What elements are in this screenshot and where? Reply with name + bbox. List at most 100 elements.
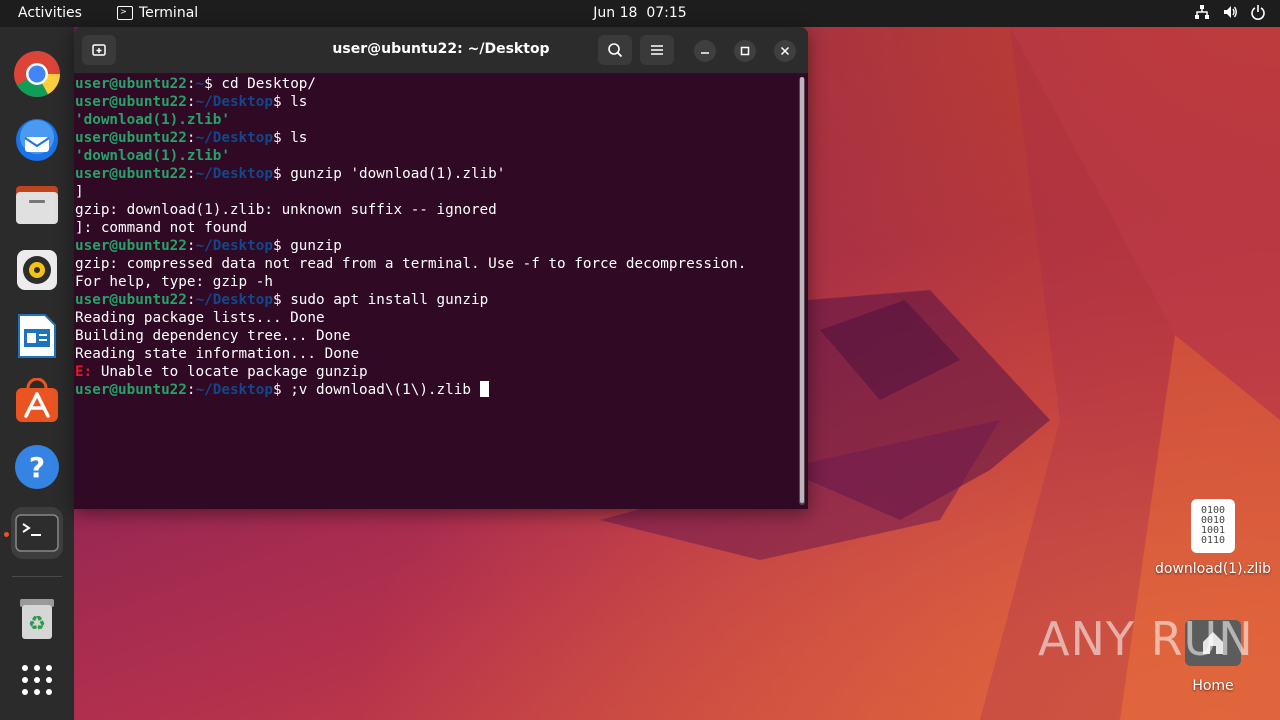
minimize-button[interactable] [694, 40, 716, 62]
terminal-text: user@ubuntu22 [75, 76, 187, 92]
desktop-file-zlib[interactable]: 0100 0010 1001 0110 download(1).zlib [1152, 499, 1274, 577]
terminal-text: user@ubuntu22 [75, 292, 187, 308]
volume-icon[interactable] [1222, 4, 1238, 20]
terminal-text: user@ubuntu22 [75, 130, 187, 146]
dock: ? ♻ [0, 27, 74, 720]
terminal-window[interactable]: user@ubuntu22: ~/Desktop user@ubuntu22:~… [74, 27, 808, 509]
terminal-text: : [186, 238, 196, 254]
terminal-text: 'download(1).zlib' [75, 112, 230, 128]
files-icon[interactable] [11, 178, 63, 230]
terminal-text: user@ubuntu22 [75, 94, 187, 110]
terminal-output[interactable]: user@ubuntu22:~$ cd Desktop/ user@ubuntu… [75, 75, 795, 505]
menu-button[interactable] [640, 35, 674, 65]
maximize-button[interactable] [734, 40, 756, 62]
terminal-app-icon: > [117, 6, 133, 20]
clock-time: 07:15 [646, 5, 687, 21]
terminal-text: : [186, 382, 196, 398]
hamburger-icon [651, 45, 663, 55]
trash-icon[interactable]: ♻ [11, 592, 63, 644]
terminal-line: user@ubuntu22:~/Desktop$ gunzip [75, 237, 795, 255]
terminal-line: user@ubuntu22:~/Desktop$ ls [75, 129, 795, 147]
terminal-text: ls [281, 94, 308, 110]
terminal-line: user@ubuntu22:~/Desktop$ ls [75, 93, 795, 111]
terminal-line: For help, type: gzip -h [75, 274, 273, 290]
terminal-text: ~ [195, 76, 205, 92]
chrome-icon[interactable] [11, 48, 63, 100]
terminal-line: 'download(1).zlib' [75, 147, 795, 165]
terminal-line: user@ubuntu22:~$ cd Desktop/ [75, 75, 795, 93]
desktop-home-label: Home [1192, 678, 1234, 694]
terminal-text: : [186, 76, 196, 92]
rhythmbox-icon[interactable] [11, 244, 63, 296]
app-menu[interactable]: > Terminal [117, 5, 198, 21]
terminal-prompt-line: user@ubuntu22:~/Desktop$ ;v download\(1\… [75, 381, 795, 399]
command-input[interactable]: ;v download\(1\).zlib [282, 382, 480, 398]
text-cursor [479, 381, 489, 397]
active-indicator [4, 532, 9, 537]
svg-text:?: ? [29, 451, 45, 484]
clock[interactable]: Jun 18 07:15 [593, 5, 686, 21]
terminal-text: ~/Desktop [195, 382, 273, 398]
thunderbird-icon[interactable] [11, 113, 63, 165]
terminal-text: ~/Desktop [195, 130, 273, 146]
terminal-text: cd Desktop/ [212, 76, 317, 92]
terminal-line: Reading state information... Done [75, 346, 360, 362]
terminal-line: Building dependency tree... Done [75, 328, 351, 344]
terminal-text: $ [272, 238, 282, 254]
maximize-icon [740, 46, 750, 56]
terminal-line: ] [75, 184, 84, 200]
terminal-text: user@ubuntu22 [75, 382, 187, 398]
terminal-icon[interactable] [11, 507, 63, 559]
app-center-icon[interactable] [11, 375, 63, 427]
terminal-text: user@ubuntu22 [75, 166, 187, 182]
terminal-text: ~/Desktop [195, 94, 273, 110]
terminal-text: : [186, 292, 196, 308]
terminal-text: ~/Desktop [195, 238, 273, 254]
search-icon [608, 43, 623, 58]
help-icon[interactable]: ? [11, 441, 63, 493]
terminal-text: gunzip 'download(1).zlib' [281, 166, 506, 182]
terminal-text: ~/Desktop [195, 166, 273, 182]
terminal-text: $ [272, 94, 282, 110]
minimize-icon [701, 52, 709, 54]
top-bar: Activities > Terminal Jun 18 07:15 [0, 0, 1280, 27]
terminal-text: ls [281, 130, 308, 146]
terminal-text: gunzip [281, 238, 342, 254]
activities-button[interactable]: Activities [18, 5, 82, 21]
terminal-text: $ [272, 166, 282, 182]
terminal-text: E: [75, 364, 93, 380]
terminal-line: gzip: compressed data not read from a te… [75, 256, 747, 272]
watermark-text: ANY RUN [1038, 612, 1254, 666]
terminal-text: Unable to locate package gunzip [92, 364, 368, 380]
anyrun-watermark: ANY RUN [1038, 612, 1254, 666]
terminal-text: : [186, 166, 196, 182]
system-tray[interactable] [1194, 4, 1266, 20]
terminal-text: $ [272, 382, 282, 398]
app-menu-label: Terminal [139, 5, 199, 21]
terminal-text: : [186, 130, 196, 146]
power-icon[interactable] [1250, 4, 1266, 20]
terminal-line: gzip: download(1).zlib: unknown suffix -… [75, 202, 497, 218]
terminal-text: : [186, 94, 196, 110]
terminal-line: Reading package lists... Done [75, 310, 325, 326]
libreoffice-writer-icon[interactable] [11, 310, 63, 362]
terminal-line: ]: command not found [75, 220, 248, 236]
binary-file-icon: 0100 0010 1001 0110 [1191, 499, 1235, 553]
terminal-text: $ [204, 76, 213, 92]
clock-date: Jun 18 [593, 5, 638, 21]
terminal-text: sudo apt install gunzip [281, 292, 489, 308]
close-button[interactable] [774, 40, 796, 62]
terminal-text: user@ubuntu22 [75, 238, 187, 254]
network-icon[interactable] [1194, 4, 1210, 20]
svg-text:♻: ♻ [28, 611, 46, 635]
terminal-text: ~/Desktop [195, 292, 273, 308]
search-button[interactable] [598, 35, 632, 65]
terminal-text: $ [272, 130, 282, 146]
terminal-line: user@ubuntu22:~/Desktop$ sudo apt instal… [75, 291, 795, 309]
scrollbar-thumb[interactable] [800, 77, 804, 503]
terminal-headerbar[interactable]: user@ubuntu22: ~/Desktop [74, 27, 808, 74]
show-apps-icon[interactable] [11, 654, 63, 706]
desktop-file-label: download(1).zlib [1155, 561, 1271, 577]
terminal-line: E: Unable to locate package gunzip [75, 363, 795, 381]
terminal-text: $ [272, 292, 282, 308]
